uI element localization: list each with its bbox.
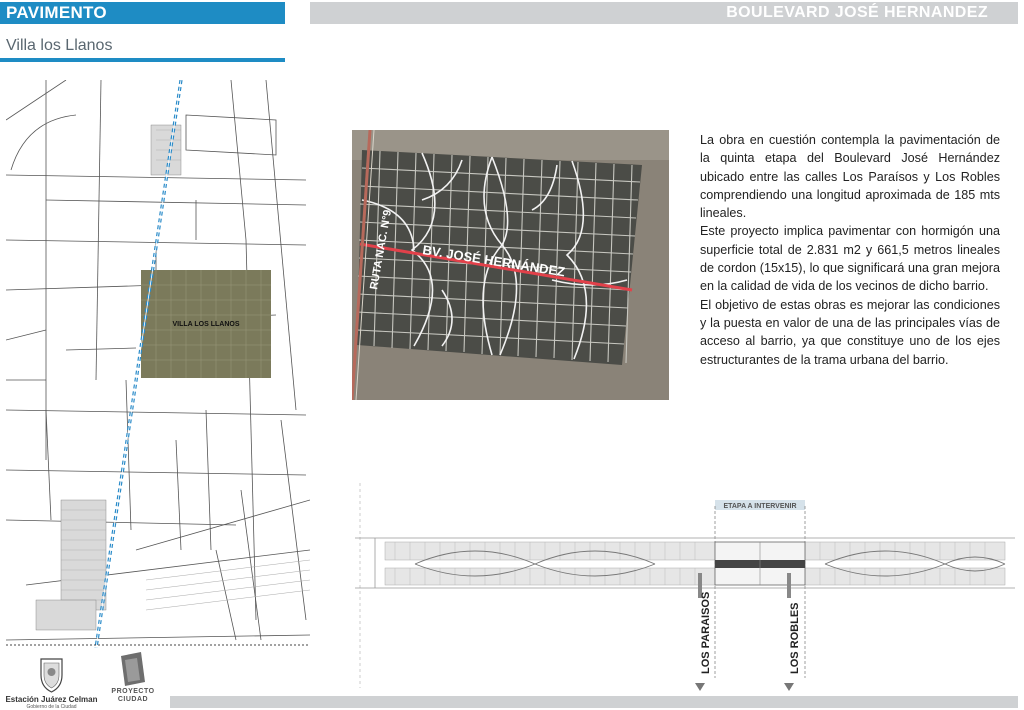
municipality-logo: Estación Juárez Celman Gobierno de la Ci… [4, 655, 99, 710]
map-area-label: VILLA LOS LLANOS [172, 321, 239, 328]
logo1-name: Estación Juárez Celman [5, 695, 98, 704]
location-title: Villa los Llanos [6, 37, 113, 54]
coat-of-arms-icon [40, 658, 63, 693]
description-paragraph: La obra en cuestión contempla la pavimen… [700, 133, 1000, 221]
aerial-photo: RUTA NAC. N°9 BV. JOSÉ HERNÁNDEZ [352, 130, 669, 400]
proyecto-ciudad-logo: PROYECTO CIUDAD [103, 652, 163, 710]
street-right-label: LOS ROBLES [789, 602, 801, 674]
location-underline [0, 58, 285, 62]
project-header: BOULEVARD JOSÉ HERNANDEZ [310, 2, 1018, 24]
boulevard-plan: ETAPA A INTERVENIR LOS PARAISOS LOS ROBL… [355, 478, 1015, 691]
footer-bar [170, 696, 1018, 708]
location-map: VILLA LOS LLANOS [6, 80, 310, 648]
logo2-line1: PROYECTO [111, 688, 155, 695]
logo2-line2: CIUDAD [117, 696, 149, 703]
project-title: BOULEVARD JOSÉ HERNANDEZ [726, 4, 988, 21]
description-paragraph: Este proyecto implica pavimentar con hor… [700, 224, 1000, 294]
section-title: PAVIMENTO [6, 3, 107, 22]
project-description: La obra en cuestión contempla la pavimen… [700, 131, 1000, 369]
section-header: PAVIMENTO [0, 2, 285, 24]
street-left-label: LOS PARAISOS [700, 592, 712, 674]
logo1-subtitle: Gobierno de la Ciudad [26, 704, 77, 710]
logo2-name: PROYECTO CIUDAD [103, 688, 163, 704]
proyecto-ciudad-icon [121, 652, 145, 686]
description-paragraph: El objetivo de estas obras es mejorar la… [700, 297, 1000, 367]
stage-label: ETAPA A INTERVENIR [723, 503, 796, 510]
